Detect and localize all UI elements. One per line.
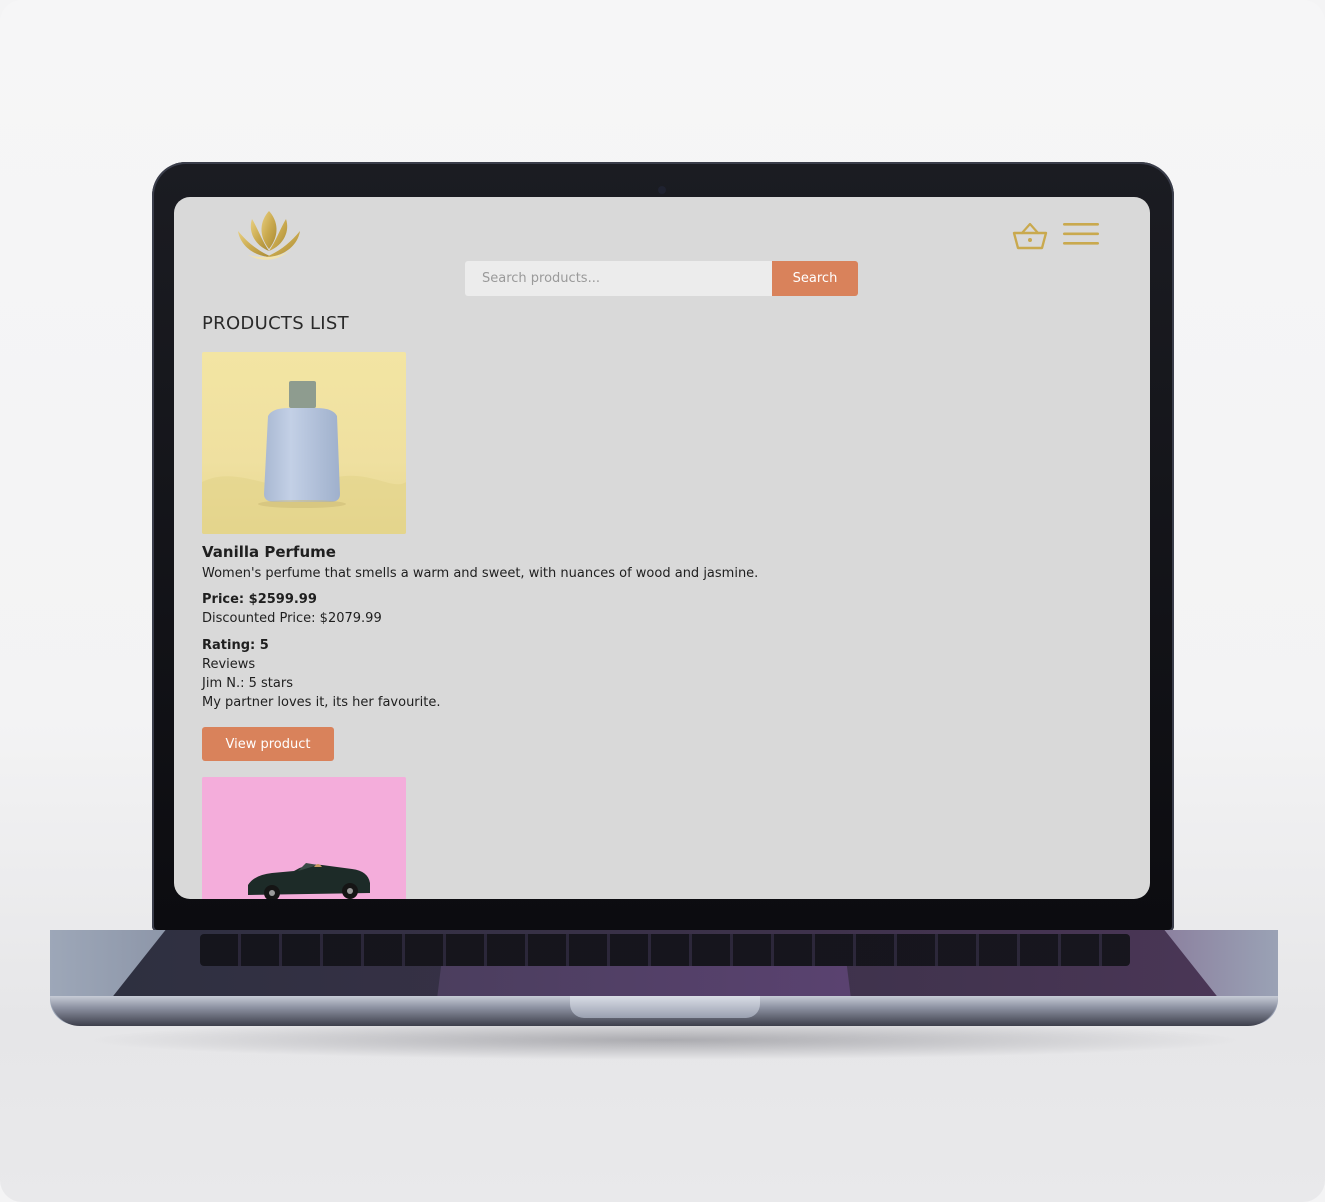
floor-shadow xyxy=(80,1020,1250,1060)
lid-notch xyxy=(570,996,760,1018)
product-price: Price: $2599.99 xyxy=(202,592,317,607)
search-bar: Search xyxy=(465,261,858,296)
hamburger-menu-icon[interactable] xyxy=(1062,221,1100,247)
product-rating: Rating: 5 xyxy=(202,638,269,653)
mockup-background: Search PRODUCTS LIST xyxy=(0,0,1325,1202)
review-text: My partner loves it, its her favourite. xyxy=(202,695,441,710)
search-input[interactable] xyxy=(465,261,772,296)
page-title: PRODUCTS LIST xyxy=(202,313,349,334)
product-name[interactable]: Vanilla Perfume xyxy=(202,543,336,561)
review-author: Jim N.: 5 stars xyxy=(202,676,293,691)
laptop-screen: Search PRODUCTS LIST xyxy=(174,197,1150,899)
lotus-logo-icon[interactable] xyxy=(234,205,304,263)
reviews-heading: Reviews xyxy=(202,657,256,672)
keyboard xyxy=(200,934,1130,966)
webcam xyxy=(658,186,666,194)
view-product-button[interactable]: View product xyxy=(202,727,334,761)
perfume-bottle-image[interactable] xyxy=(202,352,406,534)
product-description: Women's perfume that smells a warm and s… xyxy=(202,566,759,581)
trackpad xyxy=(437,966,851,999)
basket-icon[interactable] xyxy=(1012,221,1048,251)
search-button[interactable]: Search xyxy=(772,261,858,296)
product-discounted-price: Discounted Price: $2079.99 xyxy=(202,611,382,626)
toy-car-image[interactable] xyxy=(202,777,406,899)
